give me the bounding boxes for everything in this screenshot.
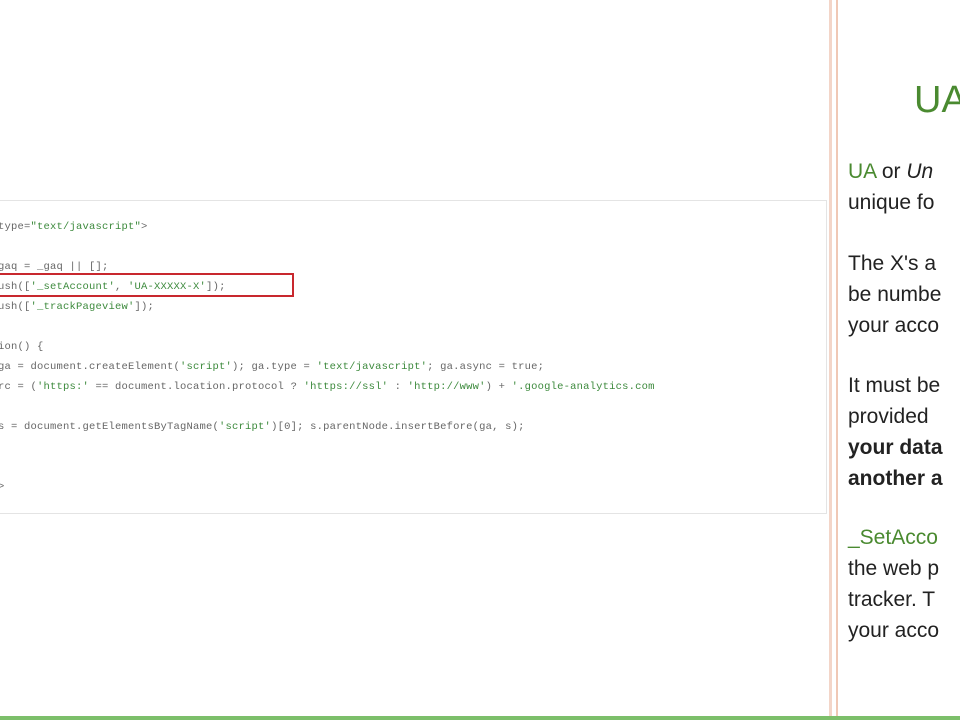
code-string: '_trackPageview' <box>30 301 135 313</box>
code-string: 'script' <box>219 421 272 433</box>
code-token: == document.location.protocol ? <box>89 381 304 393</box>
code-line: gaq = _gaq || []; <box>0 261 109 273</box>
text: your acco <box>848 619 940 642</box>
text: provided <box>848 405 929 428</box>
paragraph-ua: UA or Un unique fo <box>848 156 934 218</box>
text-bold: another a <box>848 467 943 490</box>
setaccount-term: _SetAcco <box>848 526 938 549</box>
code-line: ush(['_trackPageview']); <box>0 301 154 313</box>
code-token: gaq = _gaq || []; <box>0 261 109 273</box>
paragraph-must: It must be provided your data another a <box>848 370 943 494</box>
text: your acco <box>848 314 940 337</box>
code-line: rc = ('https:' == document.location.prot… <box>0 381 655 393</box>
code-line: s = document.getElementsByTagName('scrip… <box>0 421 525 433</box>
code-string: "text/javascript" <box>30 221 142 233</box>
code-token: : <box>388 381 408 393</box>
panel-divider <box>829 0 832 716</box>
text: the web p <box>848 557 940 580</box>
code-string: '.google-analytics.com <box>511 381 655 393</box>
code-token: > <box>0 481 5 493</box>
text: The X's a <box>848 252 937 275</box>
panel-divider-secondary <box>836 0 838 716</box>
code-string: 'text/javascript' <box>316 361 428 373</box>
text-bold: your data <box>848 436 943 459</box>
code-token: )[0]; s.parentNode.insertBefore(ga, s); <box>271 421 525 433</box>
code-token: s = document.getElementsByTagName( <box>0 421 220 433</box>
explanation-title: UA <box>914 79 960 121</box>
code-token: rc = ( <box>0 381 38 393</box>
code-string: 'https://ssl' <box>303 381 389 393</box>
set-account-highlight-box <box>0 273 294 297</box>
code-line: ga = document.createElement('script'); g… <box>0 361 544 373</box>
code-string: 'script' <box>180 361 233 373</box>
ua-term: UA <box>848 160 877 183</box>
code-token: ); ga.type = <box>232 361 317 373</box>
code-token: type= <box>0 221 31 233</box>
code-token: ion() { <box>0 341 44 353</box>
text: It must be <box>848 374 941 397</box>
code-token: ; ga.async = true; <box>427 361 545 373</box>
paragraph-xs: The X's a be numbe your acco <box>848 248 941 341</box>
text: tracker. T <box>848 588 936 611</box>
text: or <box>876 160 907 183</box>
code-line: type="text/javascript"> <box>0 221 148 233</box>
code-string: 'https:' <box>37 381 90 393</box>
text-italic: Un <box>906 160 934 183</box>
code-token: ]); <box>134 301 155 313</box>
text: unique fo <box>848 191 935 214</box>
code-token: > <box>141 221 148 233</box>
code-string: 'http://www' <box>407 381 486 393</box>
text: be numbe <box>848 283 942 306</box>
code-token: ush([ <box>0 301 31 313</box>
code-token: ) + <box>485 381 512 393</box>
code-token: ga = document.createElement( <box>0 361 181 373</box>
code-line: ion() { <box>0 341 44 353</box>
bottom-bar <box>0 716 960 720</box>
code-snippet-panel: type="text/javascript"> gaq = _gaq || [];… <box>0 200 827 514</box>
code-line: > <box>0 481 5 493</box>
paragraph-setaccount: _SetAcco the web p tracker. T your acco <box>848 522 939 646</box>
